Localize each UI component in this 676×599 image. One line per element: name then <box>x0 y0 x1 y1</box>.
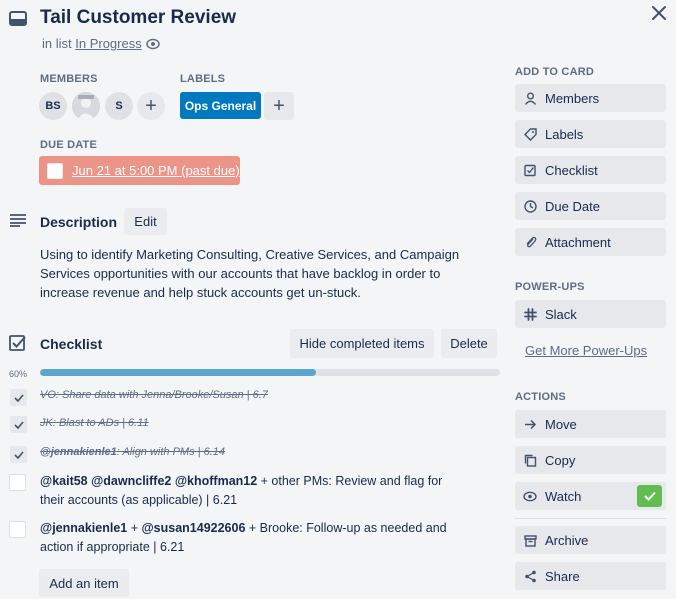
description-heading: Description <box>40 214 118 230</box>
mention[interactable]: @kait58 @dawncliffe2 @khoffman12 <box>40 474 257 488</box>
list-name-link[interactable]: In Progress <box>75 36 141 51</box>
archive-icon <box>523 533 537 547</box>
sidebar-labels-button[interactable]: Labels <box>515 120 666 148</box>
card-icon <box>9 11 27 26</box>
checklist-icon <box>9 334 27 352</box>
sidebar-members-button[interactable]: Members <box>515 84 666 112</box>
delete-checklist-button[interactable]: Delete <box>441 329 497 358</box>
mention[interactable]: @jennakienle1 <box>40 446 117 458</box>
mention[interactable]: @jennakienle1 <box>40 521 127 535</box>
checklist-item-text[interactable]: @kait58 @dawncliffe2 @khoffman12 + other… <box>40 472 480 510</box>
due-date-text[interactable]: Jun 21 at 5:00 PM (past due) <box>72 163 240 178</box>
add-checklist-item-button[interactable]: Add an item <box>39 569 129 597</box>
progress-percent: 60% <box>9 369 28 379</box>
person-icon <box>523 91 537 105</box>
description-icon <box>9 213 27 227</box>
members-label: MEMBERS <box>40 73 98 85</box>
in-list-text: in list In Progress <box>42 36 142 51</box>
checklist-item-text[interactable]: @jennakienle1 + @susan14922606 + Brooke:… <box>40 519 480 557</box>
add-member-button[interactable]: + <box>137 92 165 120</box>
checklist-item-checkbox[interactable] <box>10 389 27 406</box>
checklist-icon <box>523 163 537 177</box>
add-label-button[interactable]: + <box>264 92 294 120</box>
in-list-prefix: in list <box>42 36 72 51</box>
sidebar-attachment-button[interactable]: Attachment <box>515 228 666 256</box>
get-more-power-ups-link[interactable]: Get More Power-Ups <box>525 343 647 358</box>
due-date-badge[interactable]: Jun 21 at 5:00 PM (past due) <box>39 156 240 185</box>
copy-icon <box>523 453 537 467</box>
clock-icon <box>523 199 537 213</box>
sidebar-due-date-button[interactable]: Due Date <box>515 192 666 220</box>
checklist-item-checkbox[interactable] <box>10 416 27 433</box>
add-to-card-label: ADD TO CARD <box>515 66 594 78</box>
label-chip-ops-general[interactable]: Ops General <box>180 92 261 119</box>
watch-checked-icon <box>637 485 662 507</box>
progress-bar <box>40 369 500 376</box>
tag-icon <box>523 127 537 141</box>
sidebar-checklist-button[interactable]: Checklist <box>515 156 666 184</box>
eye-icon <box>146 37 160 50</box>
avatar[interactable] <box>72 92 100 120</box>
sidebar-share-button[interactable]: Share <box>515 562 666 590</box>
progress-bar-fill <box>40 369 316 376</box>
checklist-item-text[interactable]: @jennakienle1: Align with PMs | 6.14 <box>40 443 225 462</box>
power-ups-label: POWER-UPS <box>515 281 585 293</box>
close-icon[interactable] <box>648 2 670 24</box>
paperclip-icon <box>523 235 537 249</box>
sidebar-move-button[interactable]: Move <box>515 410 666 438</box>
checklist-item-checkbox[interactable] <box>9 474 26 491</box>
edit-description-button[interactable]: Edit <box>124 208 167 235</box>
sidebar-slack-button[interactable]: Slack <box>515 300 666 328</box>
hide-completed-button[interactable]: Hide completed items <box>290 329 434 358</box>
description-text[interactable]: Using to identify Marketing Consulting, … <box>40 245 490 302</box>
arrow-right-icon <box>523 417 537 431</box>
share-icon <box>523 569 537 583</box>
checklist-item-checkbox[interactable] <box>10 446 27 463</box>
avatar[interactable]: S <box>105 92 133 120</box>
card-title[interactable]: Tail Customer Review <box>40 7 236 29</box>
sidebar-copy-button[interactable]: Copy <box>515 446 666 474</box>
due-date-label: DUE DATE <box>40 139 98 151</box>
due-complete-checkbox[interactable] <box>47 162 63 179</box>
labels-label: LABELS <box>180 73 226 85</box>
checklist-item-checkbox[interactable] <box>9 521 26 538</box>
avatar[interactable]: BS <box>39 92 67 120</box>
checklist-heading: Checklist <box>40 336 103 352</box>
checklist-item-text[interactable]: VO: Share data with Jenna/Brooke/Susan |… <box>40 386 268 405</box>
actions-label: ACTIONS <box>515 391 566 403</box>
checklist-item-text[interactable]: JK: Blast to ADs | 6.11 <box>40 414 149 433</box>
sidebar-divider <box>515 518 666 519</box>
slack-icon <box>523 307 537 321</box>
mention[interactable]: @susan14922606 <box>141 521 245 535</box>
sidebar-archive-button[interactable]: Archive <box>515 526 666 554</box>
eye-icon <box>523 489 537 503</box>
